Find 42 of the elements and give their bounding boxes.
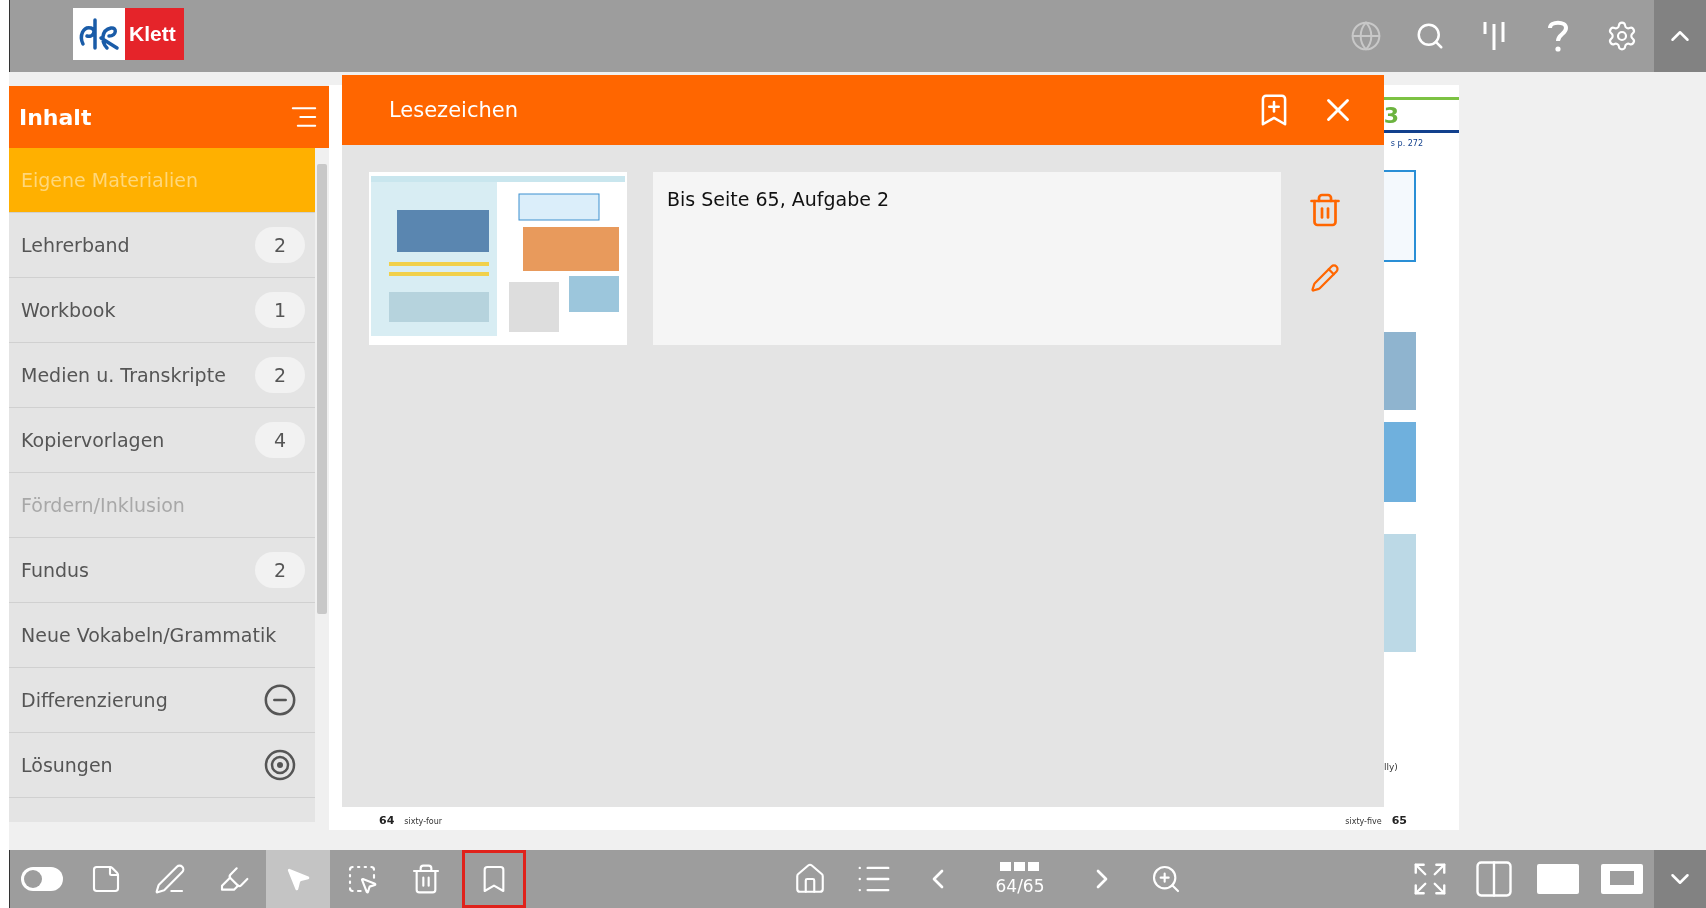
sidebar-item-label: Eigene Materialien	[21, 167, 199, 193]
expand-button[interactable]	[1654, 850, 1706, 908]
count-badge: 4	[255, 422, 305, 458]
tool-button[interactable]	[266, 850, 330, 908]
count-badge: 2	[255, 552, 305, 588]
sidebar-title: Inhalt	[19, 104, 92, 130]
sidebar-item-label: Workbook	[21, 297, 117, 323]
sidebar-item-label: Neue Vokabeln/Grammatik	[21, 622, 278, 648]
bookmarks-button[interactable]	[462, 850, 526, 908]
sidebar-item-label: Kopiervorlagen	[21, 427, 166, 453]
toggle-switch-icon	[20, 866, 64, 892]
page-footer-text: sixty-five	[1345, 817, 1382, 826]
count-badge: 1	[255, 292, 305, 328]
page-thumbnail-drawing[interactable]	[369, 172, 627, 345]
pen-icon	[154, 863, 186, 895]
logo-mark-icon	[73, 8, 125, 60]
sidebar-item-label: Differenzierung	[21, 687, 169, 713]
pencil-icon	[1310, 263, 1340, 293]
collapse-button[interactable]	[1654, 0, 1706, 72]
sidebar-item-label: Medien u. Transkripte	[21, 362, 227, 388]
selection-icon	[346, 863, 378, 895]
sidebar-item-label: Lehrerband	[21, 232, 131, 258]
trash-icon	[1307, 192, 1343, 228]
logo-text: Klett	[125, 8, 184, 60]
bookmark-note[interactable]: Bis Seite 65, Aufgabe 2	[653, 172, 1281, 345]
sidebar-item-label: Fundus	[21, 557, 90, 583]
sticky-note-icon	[90, 863, 122, 895]
page-reference: s p. 272	[1390, 139, 1423, 148]
page-footer-text: sixty-four	[404, 817, 443, 826]
dialog-title: Lesezeichen	[389, 98, 519, 122]
count-badge: 2	[255, 357, 305, 393]
sidebar-item-label: Fördern/Inklusion	[21, 492, 186, 518]
page-text: lly)	[1384, 762, 1399, 772]
page-number: 65	[1391, 814, 1407, 827]
circle-minus-icon[interactable]	[263, 683, 297, 717]
page-number: 64	[379, 814, 395, 827]
count-badge: 2	[255, 227, 305, 263]
trash-icon	[410, 863, 442, 895]
sidebar-item-label: Lösungen	[21, 752, 114, 778]
logo[interactable]: Klett	[73, 8, 184, 60]
target-icon[interactable]	[264, 749, 296, 781]
chapter-number: 3	[1383, 102, 1399, 128]
